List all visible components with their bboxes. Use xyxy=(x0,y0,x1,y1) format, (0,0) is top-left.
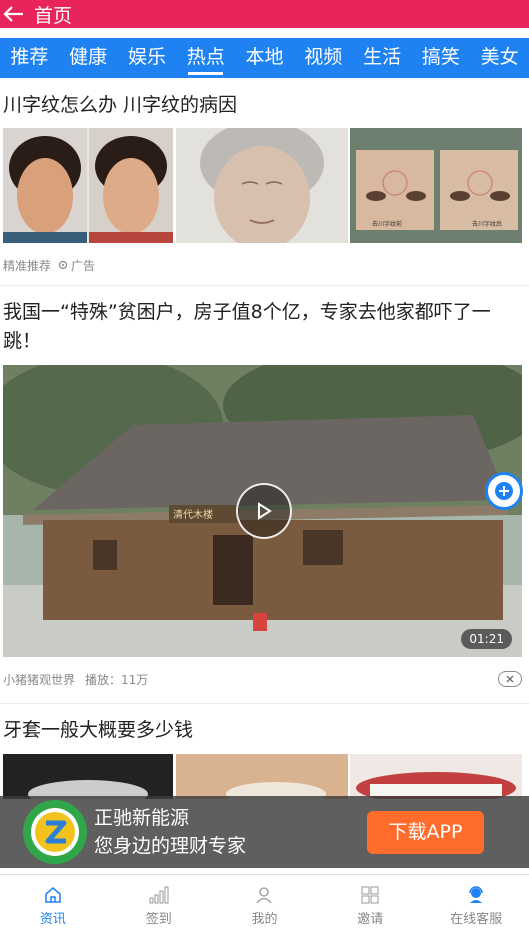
tab-video[interactable]: 视频 xyxy=(294,38,353,78)
nav-checkin[interactable]: 签到 xyxy=(106,875,212,933)
divider xyxy=(0,285,529,286)
floating-add-icon[interactable] xyxy=(485,472,523,510)
tab-funny[interactable]: 搞笑 xyxy=(411,38,470,78)
category-tabs: 推荐 健康 娱乐 热点 本地 视频 生活 搞笑 美女 xyxy=(0,38,529,78)
article-meta: 小猪猪观世界 播放：11万 xyxy=(3,671,148,688)
tab-life[interactable]: 生活 xyxy=(353,38,412,78)
close-icon[interactable] xyxy=(498,671,522,687)
article-source: 精准推荐 xyxy=(3,259,52,273)
play-count: 播放：11万 xyxy=(85,673,149,687)
article-image-teeth-2[interactable] xyxy=(176,754,348,799)
grid-icon xyxy=(361,886,379,904)
nav-invite[interactable]: 邀请 xyxy=(317,875,423,933)
video-player[interactable]: 清代木楼 01:21 xyxy=(3,365,522,657)
article-image-teeth-3[interactable] xyxy=(350,754,522,799)
tab-beauty[interactable]: 美女 xyxy=(470,38,529,78)
app-logo-icon xyxy=(20,797,90,867)
tab-hot[interactable]: 热点 xyxy=(176,38,235,78)
nav-news[interactable]: 资讯 xyxy=(0,875,106,933)
signal-bars-icon xyxy=(149,886,169,904)
nav-me[interactable]: 我的 xyxy=(212,875,318,933)
article-image-elder-face[interactable] xyxy=(176,128,348,243)
tab-health[interactable]: 健康 xyxy=(59,38,118,78)
article-title[interactable]: 牙套一般大概要多少钱 xyxy=(3,716,523,745)
article-title[interactable]: 川字纹怎么办 川字纹的病因 xyxy=(3,91,523,120)
play-icon[interactable] xyxy=(236,483,292,539)
top-bar: 首页 xyxy=(0,0,529,28)
building-sign: 清代木楼 xyxy=(173,508,213,521)
nav-label: 我的 xyxy=(251,912,278,927)
article-image-faces[interactable] xyxy=(3,128,173,243)
customer-service-icon xyxy=(469,886,483,903)
article-image-wrinkles[interactable]: 去川字纹前 去川字纹后 xyxy=(350,128,522,243)
nav-label: 资讯 xyxy=(39,912,66,927)
tab-recommend[interactable]: 推荐 xyxy=(0,38,59,78)
caption-before: 去川字纹前 xyxy=(372,220,402,228)
article-image-teeth-1[interactable] xyxy=(3,754,173,799)
nav-label: 邀请 xyxy=(357,912,384,927)
user-icon xyxy=(256,887,272,904)
home-icon xyxy=(45,887,61,903)
page-title: 首页 xyxy=(34,4,73,27)
tab-entertainment[interactable]: 娱乐 xyxy=(118,38,177,78)
article-source: 小猪猪观世界 xyxy=(3,673,76,687)
back-arrow-icon[interactable] xyxy=(0,0,26,28)
article-meta: 精准推荐 广告 xyxy=(3,257,95,274)
banner-app-name: 正驰新能源 xyxy=(94,807,190,829)
video-duration: 01:21 xyxy=(461,629,512,649)
ad-label: 广告 xyxy=(71,259,96,273)
divider xyxy=(0,703,529,704)
tab-local[interactable]: 本地 xyxy=(235,38,294,78)
download-app-button[interactable]: 下载APP xyxy=(367,811,484,854)
download-banner[interactable]: 正驰新能源 您身边的理财专家 下载APP xyxy=(0,796,529,868)
nav-label: 在线客服 xyxy=(450,912,503,927)
nav-support[interactable]: 在线客服 xyxy=(423,875,529,933)
banner-slogan: 您身边的理财专家 xyxy=(94,835,247,857)
nav-label: 签到 xyxy=(145,912,172,927)
article-title[interactable]: 我国一“特殊”贫困户，房子值8个亿，专家去他家都吓了一跳！ xyxy=(3,298,523,356)
ad-icon xyxy=(57,259,69,273)
bottom-nav: 资讯 签到 我的 邀请 在线客服 xyxy=(0,874,529,933)
caption-after: 去川字纹后 xyxy=(472,220,502,228)
